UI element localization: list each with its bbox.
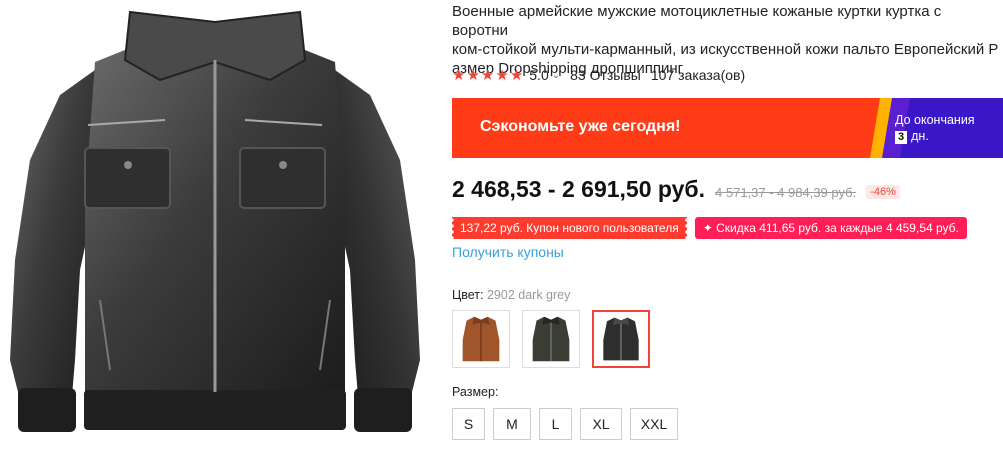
size-option-xxl[interactable]: XXL: [630, 408, 678, 440]
orders-count: 107 заказа(ов): [650, 67, 746, 83]
color-swatch-dark-green[interactable]: [522, 310, 580, 368]
size-options: S M L XL XXL: [452, 408, 686, 440]
size-label: Размер:: [452, 385, 499, 399]
size-option-xl[interactable]: XL: [580, 408, 622, 440]
title-line: Военные армейские мужские мотоциклетные …: [452, 3, 942, 39]
jacket-thumbnail: [462, 316, 500, 362]
rating-row: ★ ★ ★ ★ ★ 5.0 ⌄ 83 Отзывы 107 заказа(ов): [452, 66, 745, 84]
title-line: ком-стойкой мульти-карманный, из искусст…: [452, 41, 999, 58]
discount-badge: -46%: [866, 185, 900, 199]
size-option-m[interactable]: M: [493, 408, 531, 440]
old-price: 4 571,37 - 4 984,39 руб.: [715, 185, 857, 200]
coupons-row: 137,22 руб. Купон нового пользователя ✦ …: [452, 217, 967, 239]
color-swatch-dark-grey[interactable]: [592, 310, 650, 368]
countdown-days: 3: [895, 131, 908, 144]
countdown-suffix: дн.: [911, 129, 929, 143]
rating-score[interactable]: 5.0: [529, 67, 548, 83]
new-user-coupon[interactable]: 137,22 руб. Купон нового пользователя: [452, 217, 687, 239]
banner-text: Сэкономьте уже сегодня!: [480, 118, 681, 135]
size-option-l[interactable]: L: [539, 408, 572, 440]
size-option-s[interactable]: S: [452, 408, 485, 440]
price-row: 2 468,53 - 2 691,50 руб. 4 571,37 - 4 98…: [452, 176, 900, 208]
color-swatches: [452, 310, 662, 368]
chevron-down-icon[interactable]: ⌄: [552, 70, 560, 81]
countdown-label: До окончания: [895, 113, 975, 127]
color-label-text: Цвет:: [452, 288, 484, 302]
discount-coupon[interactable]: ✦ Скидка 411,65 руб. за каждые 4 459,54 …: [694, 217, 967, 239]
rating-stars: ★ ★ ★ ★ ★: [452, 68, 523, 83]
color-swatch-brown[interactable]: [452, 310, 510, 368]
jacket-thumbnail: [603, 317, 639, 361]
color-selected-value: 2902 dark grey: [486, 288, 571, 302]
star-icon: ★: [480, 66, 495, 84]
reviews-link[interactable]: 83 Отзывы: [570, 67, 641, 83]
current-price: 2 468,53 - 2 691,50 руб.: [452, 176, 706, 202]
promo-banner: Сэкономьте уже сегодня! До окончания 3 дн…: [452, 98, 1003, 158]
product-image[interactable]: [0, 0, 430, 454]
star-icon: ★: [452, 66, 466, 84]
star-icon: ★: [509, 66, 524, 84]
countdown: До окончания 3 дн.: [895, 112, 975, 144]
star-icon: ★: [466, 66, 480, 84]
get-coupons-link[interactable]: Получить купоны: [452, 244, 564, 260]
jacket-thumbnail: [532, 316, 570, 362]
color-label: Цвет: 2902 dark grey: [452, 288, 570, 302]
jacket-photo: [10, 10, 420, 432]
star-icon: ★: [495, 66, 509, 84]
